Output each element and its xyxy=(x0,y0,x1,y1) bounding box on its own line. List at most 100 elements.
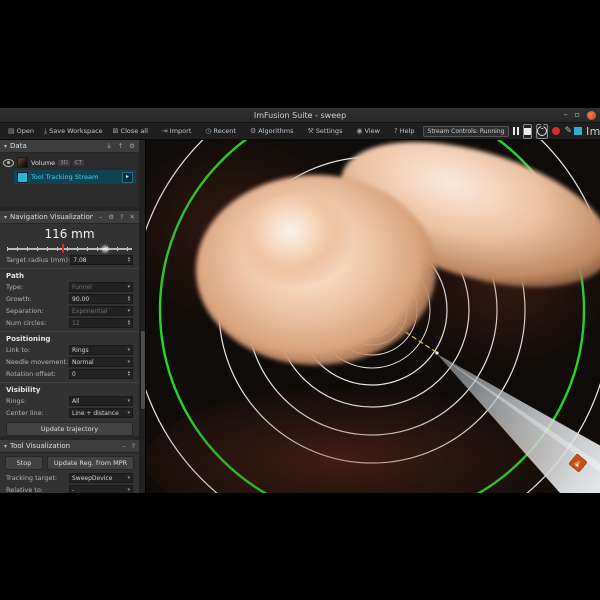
tracking-target-row: Tracking target: SweepDevice ▾ xyxy=(0,472,139,484)
stream-label: Tool Tracking Stream xyxy=(31,173,98,181)
tool-panel-header[interactable]: ▾ Tool Visualization – ? xyxy=(0,440,139,453)
num-circles-spinbox[interactable]: 12 ▴▾ xyxy=(69,318,133,328)
needle-movement-row: Needle movement: Normal ▾ xyxy=(0,356,139,368)
center-line-row: Center line: Line + distance ▾ xyxy=(0,407,139,419)
volume-thumbnail xyxy=(17,157,28,168)
toolbar-button-close-all[interactable]: ⊠ Close all xyxy=(109,125,152,138)
power-icon xyxy=(537,126,547,136)
nav-panel-title: Navigation Visualization xyxy=(10,213,93,221)
needle-movement-select[interactable]: Normal ▾ xyxy=(69,357,133,367)
collapse-icon[interactable]: ▾ xyxy=(4,214,7,221)
list-item-volume[interactable]: Volume 3D CT xyxy=(0,155,139,170)
chevron-down-icon: ▾ xyxy=(127,284,130,290)
export-data-icon[interactable]: ↑ xyxy=(118,142,123,150)
chevron-down-icon: ▾ xyxy=(127,398,130,404)
visibility-eye-icon[interactable] xyxy=(3,159,14,167)
close-button[interactable] xyxy=(587,111,596,120)
imfusion-app-window: ImFusion Suite - sweep – ▫ ▤ Open ⤓ Save… xyxy=(0,108,600,491)
open-icon: ▤ xyxy=(8,127,15,135)
data-panel-header[interactable]: ▾ Data ↓ ↑ ⚙ xyxy=(0,140,139,153)
update-trajectory-button[interactable]: Update trajectory xyxy=(6,422,133,436)
volume-label: Volume xyxy=(31,159,55,167)
toolbar-button-label: Algorithms xyxy=(258,127,293,135)
slider-knob[interactable] xyxy=(102,246,108,252)
type-select[interactable]: Funnel ▾ xyxy=(69,282,133,292)
spinner-arrows-icon[interactable]: ▴▾ xyxy=(128,257,130,263)
data-list: Volume 3D CT Tool Tracking Stream ▸ xyxy=(0,153,139,207)
data-settings-icon[interactable]: ⚙ xyxy=(129,142,135,150)
type-row: Type: Funnel ▾ xyxy=(0,281,139,293)
stream-thumbnail xyxy=(17,172,28,183)
toolbar-button-label: Help xyxy=(400,127,415,135)
center-line-select[interactable]: Line + distance ▾ xyxy=(69,408,133,418)
toolbar-button-help[interactable]: ? Help xyxy=(390,125,419,138)
data-panel: ▾ Data ↓ ↑ ⚙ Volume 3D xyxy=(0,140,139,207)
pause-button[interactable] xyxy=(513,125,519,138)
list-item-tool-tracking-stream[interactable]: Tool Tracking Stream ▸ xyxy=(14,170,136,184)
3d-viewport[interactable]: ≡ ⚙ ☀ ⇄ 1.67 cm SweepDevice 1.00 Swe xyxy=(146,140,600,493)
rings-select[interactable]: All ▾ xyxy=(69,396,133,406)
view-icon: ◉ xyxy=(356,127,362,135)
collapse-icon[interactable]: ▾ xyxy=(4,143,7,150)
window-controls: – ▫ xyxy=(564,108,596,122)
sidebar-scrollbar[interactable] xyxy=(139,140,145,493)
minimize-button[interactable]: – xyxy=(564,111,568,119)
help-icon: ? xyxy=(394,127,398,135)
target-radius-label: Target radius (mm): xyxy=(6,256,70,264)
toolbar-button-save-workspace[interactable]: ⤓ Save Workspace xyxy=(40,125,107,138)
panel-help-icon[interactable]: ? xyxy=(120,213,123,221)
toolbar-button-label: Settings xyxy=(316,127,343,135)
minimize-panel-icon[interactable]: – xyxy=(99,213,102,221)
spinner-arrows-icon: ▴▾ xyxy=(128,320,130,326)
toolbar-button-label: View xyxy=(365,127,380,135)
distance-slider[interactable] xyxy=(7,243,132,254)
record-button[interactable] xyxy=(552,125,560,138)
rotation-offset-row: Rotation offset: 0 ▴▾ xyxy=(0,368,139,380)
target-radius-spinbox[interactable]: 7.08 ▴▾ xyxy=(70,255,133,265)
stream-controls-status: Stream Controls: Running xyxy=(423,126,510,137)
toolbar-button-recent[interactable]: ◷ Recent xyxy=(201,125,240,138)
maximize-button[interactable]: ▫ xyxy=(575,111,580,119)
panel-close-icon[interactable]: ✕ xyxy=(130,213,135,221)
spinner-arrows-icon[interactable]: ▴▾ xyxy=(128,296,130,302)
toolbar-button-import[interactable]: ⇥ Import xyxy=(158,125,195,138)
toolbar-button-view[interactable]: ◉ View xyxy=(352,125,384,138)
power-button[interactable] xyxy=(536,124,548,139)
target-radius-row: Target radius (mm): 7.08 ▴▾ xyxy=(0,254,139,266)
path-section-title: Path xyxy=(0,268,139,281)
spinner-arrows-icon[interactable]: ▴▾ xyxy=(128,371,130,377)
relative-to-select[interactable]: - ▾ xyxy=(69,485,133,493)
chevron-down-icon: ▾ xyxy=(127,410,130,416)
imfusion-logo: ImFusion xyxy=(574,125,600,138)
minimize-panel-icon[interactable]: – xyxy=(122,442,125,450)
import-icon: ⇥ xyxy=(162,127,168,135)
chevron-down-icon: ▾ xyxy=(127,475,130,481)
tool-panel-title: Tool Visualization xyxy=(10,442,116,450)
toolbar-button-open[interactable]: ▤ Open xyxy=(4,125,38,138)
panel-help-icon[interactable]: ? xyxy=(132,442,135,450)
stop-stream-button[interactable] xyxy=(523,124,532,139)
play-icon[interactable]: ▸ xyxy=(122,172,133,183)
update-reg-from-mpr-button[interactable]: Update Reg. from MPR xyxy=(47,456,134,470)
toolbar-button-settings[interactable]: ⚒ Settings xyxy=(303,125,346,138)
nav-panel-header[interactable]: ▾ Navigation Visualization – ⚙ ? ✕ xyxy=(0,211,139,224)
rings-row: Rings: All ▾ xyxy=(0,395,139,407)
toolbar-button-algorithms[interactable]: ⚙ Algorithms xyxy=(246,125,298,138)
link-to-select[interactable]: Rings ▾ xyxy=(69,345,133,355)
growth-spinbox[interactable]: 90.00 ▴▾ xyxy=(69,294,133,304)
edit-button[interactable]: ✎ xyxy=(564,125,572,138)
rotation-offset-spinbox[interactable]: 0 ▴▾ xyxy=(69,369,133,379)
separation-select[interactable]: Exponential ▾ xyxy=(69,306,133,316)
stop-tracking-button[interactable]: Stop xyxy=(5,456,43,470)
num-circles-row: Num circles: 12 ▴▾ xyxy=(0,317,139,329)
record-icon xyxy=(552,127,560,135)
imfusion-logo-text: ImFusion xyxy=(586,125,600,138)
relative-to-row: Relative to: - ▾ xyxy=(0,484,139,493)
pause-icon xyxy=(513,127,519,135)
import-data-icon[interactable]: ↓ xyxy=(106,142,111,150)
panel-settings-icon[interactable]: ⚙ xyxy=(108,213,114,221)
tracking-target-select[interactable]: SweepDevice ▾ xyxy=(69,473,133,483)
collapse-icon[interactable]: ▾ xyxy=(4,443,7,450)
imfusion-logo-mark xyxy=(574,127,582,135)
link-to-row: Link to: Rings ▾ xyxy=(0,344,139,356)
